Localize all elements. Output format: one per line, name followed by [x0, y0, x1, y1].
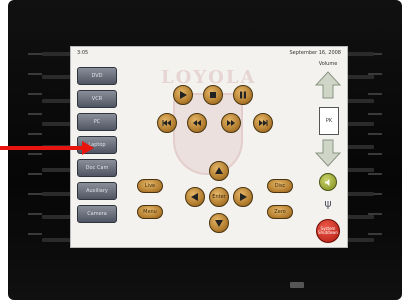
live-button[interactable]: Live [137, 179, 163, 193]
ir-sensor [290, 282, 304, 288]
skip-forward-icon [259, 120, 268, 126]
disc-button[interactable]: Disc [267, 179, 293, 193]
clock-date: September 16, 2008 [289, 50, 342, 56]
volume-down-icon[interactable] [315, 139, 341, 167]
arrow-down-icon [215, 220, 223, 227]
fast-forward-icon [227, 120, 235, 126]
volume-label: Volume [318, 61, 338, 67]
rewind-icon [193, 120, 201, 126]
skip-back-icon [162, 120, 171, 126]
source-button-pc[interactable]: PC [77, 113, 117, 131]
source-button-auxiliary[interactable]: Auxiliary [77, 182, 117, 200]
nav-down-button[interactable] [209, 213, 229, 233]
arrow-right-icon [240, 193, 247, 201]
annotation-arrow-shaft [0, 146, 86, 150]
skip-forward-button[interactable] [253, 113, 273, 133]
source-button-dvd[interactable]: DVD [77, 67, 117, 85]
source-button-doc-cam[interactable]: Doc Cam [77, 159, 117, 177]
stop-icon [210, 92, 216, 98]
volume-up-icon[interactable] [315, 71, 341, 99]
volume-level-display: PK [319, 107, 339, 135]
pause-button[interactable] [233, 85, 253, 105]
crest-logo [173, 93, 243, 175]
annotation-arrow-head-icon [82, 141, 94, 155]
speaker-icon [324, 178, 329, 186]
source-button-camera[interactable]: Camera [77, 205, 117, 223]
arrow-left-icon [191, 193, 198, 201]
zero-button[interactable]: Zero [267, 205, 293, 219]
play-button[interactable] [173, 85, 193, 105]
arrow-up-icon [215, 167, 223, 174]
clock-time: 3:05 [77, 50, 89, 56]
speaker-grille-left [28, 44, 42, 244]
wireless-signal-icon: ψ [324, 197, 332, 210]
rewind-button[interactable] [187, 113, 207, 133]
touch-screen: LOYOLA 3:05 September 16, 2008 DVD VCR P… [70, 46, 348, 248]
pause-icon [240, 91, 246, 99]
nav-left-button[interactable] [185, 187, 205, 207]
nav-right-button[interactable] [233, 187, 253, 207]
stop-button[interactable] [203, 85, 223, 105]
nav-up-button[interactable] [209, 161, 229, 181]
skip-back-button[interactable] [157, 113, 177, 133]
menu-button[interactable]: Menu [137, 205, 163, 219]
system-shutdown-button[interactable]: System Shutdown [316, 219, 340, 243]
mute-button[interactable] [319, 173, 337, 191]
source-button-vcr[interactable]: VCR [77, 90, 117, 108]
play-icon [180, 91, 187, 99]
fast-forward-button[interactable] [221, 113, 241, 133]
nav-enter-button[interactable]: Enter [209, 187, 229, 207]
